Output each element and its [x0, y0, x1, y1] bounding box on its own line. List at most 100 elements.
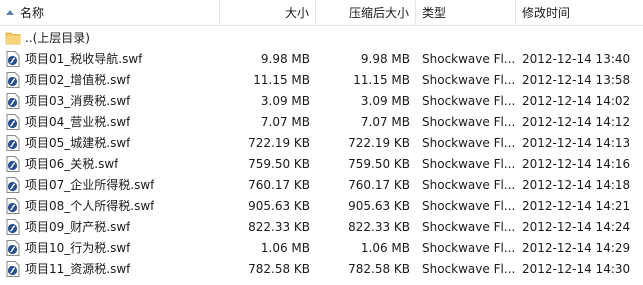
file-row[interactable]: 项目02_增值税.swf 11.15 MB 11.15 MB Shockwave Fl…: [0, 69, 643, 90]
parent-directory-name-cell: ..(上层目录): [0, 27, 220, 48]
file-type: Shockwave Fl...: [422, 177, 516, 192]
file-name: 项目06_关税.swf: [25, 157, 119, 171]
archive-file-list: 名称 大小 压缩后大小 类型 修改时间 ..(上层目录) 项目01_税收导航.s…: [0, 0, 643, 285]
file-compressed-size: 759.50 KB: [348, 156, 410, 171]
file-name-cell: 项目06_关税.swf: [0, 153, 220, 174]
file-modified-time: 2012-12-14 14:16: [522, 156, 631, 171]
file-name-cell: 项目11_资源税.swf: [0, 258, 220, 279]
column-header-size-label: 大小: [284, 6, 309, 20]
file-name-cell: 项目10_行为税.swf: [0, 237, 220, 258]
file-compressed-size: 3.09 MB: [360, 93, 410, 108]
file-type: Shockwave Fl...: [422, 156, 516, 171]
column-header-modified[interactable]: 修改时间: [516, 0, 643, 25]
parent-directory-row[interactable]: ..(上层目录): [0, 27, 643, 48]
column-header-type[interactable]: 类型: [416, 0, 516, 25]
shockwave-flash-file-icon: [5, 134, 21, 151]
file-name: 项目08_个人所得税.swf: [25, 199, 155, 213]
file-modified-time: 2012-12-14 14:18: [522, 177, 631, 192]
file-row[interactable]: 项目10_行为税.swf 1.06 MB 1.06 MB Shockwave Fl..…: [0, 237, 643, 258]
file-row[interactable]: 项目05_城建税.swf 722.19 KB 722.19 KB Shockwave …: [0, 132, 643, 153]
file-modified-time: 2012-12-14 14:29: [522, 240, 631, 255]
file-name: 项目03_消费税.swf: [25, 94, 131, 108]
shockwave-flash-file-icon: [5, 260, 21, 277]
file-modified-time: 2012-12-14 14:13: [522, 135, 631, 150]
file-compressed-size: 1.06 MB: [360, 240, 410, 255]
file-name: 项目09_财产税.swf: [25, 220, 131, 234]
shockwave-flash-file-icon: [5, 155, 21, 172]
file-name-cell: 项目01_税收导航.swf: [0, 48, 220, 69]
file-size: 905.63 KB: [248, 198, 310, 213]
file-size: 11.15 MB: [253, 72, 310, 87]
file-type: Shockwave Fl...: [422, 93, 516, 108]
file-name-cell: 项目03_消费税.swf: [0, 90, 220, 111]
file-size: 760.17 KB: [248, 177, 310, 192]
file-modified-time: 2012-12-14 14:12: [522, 114, 631, 129]
column-header-compressed-size[interactable]: 压缩后大小: [316, 0, 416, 25]
column-header-bar: 名称 大小 压缩后大小 类型 修改时间: [0, 0, 643, 26]
file-compressed-size: 782.58 KB: [348, 261, 410, 276]
column-header-name-label: 名称: [20, 6, 45, 20]
file-name: 项目10_行为税.swf: [25, 241, 131, 255]
file-row[interactable]: 项目06_关税.swf 759.50 KB 759.50 KB Shockwave F…: [0, 153, 643, 174]
file-name-cell: 项目09_财产税.swf: [0, 216, 220, 237]
file-modified-time: 2012-12-14 14:21: [522, 198, 631, 213]
file-name-cell: 项目04_营业税.swf: [0, 111, 220, 132]
file-row[interactable]: 项目11_资源税.swf 782.58 KB 782.58 KB Shockwave …: [0, 258, 643, 279]
file-name-cell: 项目05_城建税.swf: [0, 132, 220, 153]
file-size: 9.98 MB: [260, 51, 310, 66]
shockwave-flash-file-icon: [5, 71, 21, 88]
file-name: 项目01_税收导航.swf: [25, 52, 143, 66]
file-row[interactable]: 项目03_消费税.swf 3.09 MB 3.09 MB Shockwave Fl..…: [0, 90, 643, 111]
file-compressed-size: 722.19 KB: [348, 135, 410, 150]
shockwave-flash-file-icon: [5, 239, 21, 256]
shockwave-flash-file-icon: [5, 197, 21, 214]
file-type: Shockwave Fl...: [422, 240, 516, 255]
parent-directory-label: ..(上层目录): [25, 31, 90, 45]
file-size: 7.07 MB: [260, 114, 310, 129]
file-name: 项目07_企业所得税.swf: [25, 178, 155, 192]
file-size: 759.50 KB: [248, 156, 310, 171]
file-modified-time: 2012-12-14 13:58: [522, 72, 631, 87]
file-size: 1.06 MB: [260, 240, 310, 255]
file-modified-time: 2012-12-14 14:24: [522, 219, 631, 234]
sort-ascending-icon: [6, 10, 14, 15]
file-modified-time: 2012-12-14 14:02: [522, 93, 631, 108]
file-modified-time: 2012-12-14 13:40: [522, 51, 631, 66]
file-size: 722.19 KB: [248, 135, 310, 150]
file-type: Shockwave Fl...: [422, 51, 516, 66]
file-compressed-size: 11.15 MB: [353, 72, 410, 87]
file-compressed-size: 905.63 KB: [348, 198, 410, 213]
column-header-compressed-size-label: 压缩后大小: [348, 6, 409, 20]
file-compressed-size: 822.33 KB: [348, 219, 410, 234]
file-compressed-size: 9.98 MB: [360, 51, 410, 66]
file-name: 项目04_营业税.swf: [25, 115, 131, 129]
file-type: Shockwave Fl...: [422, 219, 516, 234]
column-header-size[interactable]: 大小: [220, 0, 316, 25]
file-type: Shockwave Fl...: [422, 198, 516, 213]
file-row[interactable]: 项目01_税收导航.swf 9.98 MB 9.98 MB Shockwave Fl.…: [0, 48, 643, 69]
file-name: 项目02_增值税.swf: [25, 73, 131, 87]
file-name: 项目11_资源税.swf: [25, 262, 131, 276]
shockwave-flash-file-icon: [5, 218, 21, 235]
file-row[interactable]: 项目07_企业所得税.swf 760.17 KB 760.17 KB Shockwav…: [0, 174, 643, 195]
file-size: 782.58 KB: [248, 261, 310, 276]
column-header-modified-label: 修改时间: [522, 6, 571, 20]
file-rows: ..(上层目录) 项目01_税收导航.swf 9.98 MB 9.98 MB Shoc…: [0, 26, 643, 279]
column-header-type-label: 类型: [422, 6, 447, 20]
file-name-cell: 项目08_个人所得税.swf: [0, 195, 220, 216]
shockwave-flash-file-icon: [5, 50, 21, 67]
file-compressed-size: 760.17 KB: [348, 177, 410, 192]
file-size: 3.09 MB: [260, 93, 310, 108]
file-name: 项目05_城建税.swf: [25, 136, 131, 150]
shockwave-flash-file-icon: [5, 113, 21, 130]
file-row[interactable]: 项目09_财产税.swf 822.33 KB 822.33 KB Shockwave …: [0, 216, 643, 237]
column-header-name[interactable]: 名称: [0, 0, 220, 25]
file-row[interactable]: 项目08_个人所得税.swf 905.63 KB 905.63 KB Shockwav…: [0, 195, 643, 216]
folder-icon: [5, 30, 21, 46]
file-name-cell: 项目07_企业所得税.swf: [0, 174, 220, 195]
shockwave-flash-file-icon: [5, 92, 21, 109]
file-row[interactable]: 项目04_营业税.swf 7.07 MB 7.07 MB Shockwave Fl..…: [0, 111, 643, 132]
file-type: Shockwave Fl...: [422, 114, 516, 129]
file-compressed-size: 7.07 MB: [360, 114, 410, 129]
file-modified-time: 2012-12-14 14:30: [522, 261, 631, 276]
